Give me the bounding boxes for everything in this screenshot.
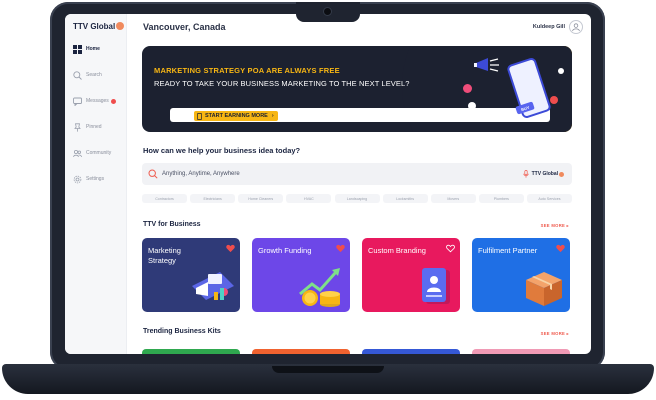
laptop-base xyxy=(2,364,654,394)
box-illustration xyxy=(526,272,562,306)
chip-auto-services[interactable]: Auto Services xyxy=(527,194,572,203)
search-input[interactable]: Anything, Anytime, Anywhere xyxy=(162,171,240,177)
laptop-mockup: TTV Global Home Search Messages Pinned C… xyxy=(0,0,656,400)
card-growth-funding[interactable]: Growth Funding xyxy=(252,238,350,312)
grid-icon xyxy=(73,44,82,54)
avatar[interactable] xyxy=(569,20,583,34)
heart-icon[interactable] xyxy=(556,244,565,253)
kits-section-title: Trending Business Kits xyxy=(143,328,221,335)
unread-badge xyxy=(110,98,116,104)
card-marketing-strategy[interactable]: Marketing Strategy xyxy=(142,238,240,312)
category-chips: Contractors Electricians Home Cleaners H… xyxy=(142,194,572,204)
logo[interactable]: TTV Global xyxy=(73,22,125,31)
user-menu[interactable]: Kuldeep Gill xyxy=(533,20,583,34)
chip-plumbers[interactable]: Plumbers xyxy=(478,194,524,203)
sidebar-item-label: Search xyxy=(86,72,102,78)
business-see-more-link[interactable]: SEE MORE ▸ xyxy=(541,223,569,228)
search-icon xyxy=(148,169,158,179)
chip-home-cleaners[interactable]: Home Cleaners xyxy=(238,194,284,203)
arrow-right-icon: ▸ xyxy=(566,331,569,336)
arrow-right-icon: ▸ xyxy=(566,223,569,228)
location-label[interactable]: Vancouver, Canada xyxy=(143,22,226,32)
app-screen: TTV Global Home Search Messages Pinned C… xyxy=(65,14,591,354)
card-title: Growth Funding xyxy=(258,246,312,255)
like-bubble-icon xyxy=(468,102,476,110)
cta-label: START EARNING MORE xyxy=(205,113,268,119)
sidebar-item-label: Home xyxy=(86,46,100,52)
card-custom-branding[interactable]: Custom Branding xyxy=(362,238,460,312)
community-icon xyxy=(73,149,82,158)
kit-card[interactable] xyxy=(362,349,460,354)
camera-notch xyxy=(296,2,360,22)
heart-bubble-icon xyxy=(463,84,472,93)
chip-hvac[interactable]: HVAC xyxy=(286,194,332,203)
heart-icon[interactable] xyxy=(336,244,345,253)
laptop-groove xyxy=(272,366,384,373)
sidebar-item-community[interactable]: Community xyxy=(73,146,111,160)
spark-icon xyxy=(558,68,564,74)
chip-movers[interactable]: Movers xyxy=(430,194,476,203)
sidebar-item-label: Pinned xyxy=(86,124,102,130)
card-title: Custom Branding xyxy=(368,246,426,255)
card-title: Marketing Strategy xyxy=(148,246,181,265)
search-brand: TTV Global xyxy=(523,170,564,178)
kits-see-more-link[interactable]: SEE MORE ▸ xyxy=(541,331,569,336)
user-icon xyxy=(572,23,580,32)
sidebar-item-label: Settings xyxy=(86,176,105,182)
microphone-icon[interactable] xyxy=(523,170,529,178)
sidebar-item-home[interactable]: Home xyxy=(73,42,100,56)
start-earning-button[interactable]: START EARNING MORE › xyxy=(194,111,278,121)
sidebar-item-label: Messages xyxy=(86,98,109,104)
chip-electricians[interactable]: Electricians xyxy=(190,194,236,203)
kit-card[interactable] xyxy=(142,349,240,354)
logo-mark-icon xyxy=(116,22,125,30)
heart-icon[interactable] xyxy=(226,244,235,253)
user-name: Kuldeep Gill xyxy=(532,24,565,30)
camera-icon xyxy=(324,8,331,15)
sidebar-item-messages[interactable]: Messages xyxy=(73,94,116,108)
search-section-title: How can we help your business idea today… xyxy=(143,146,301,155)
chevron-right-icon: › xyxy=(271,113,274,119)
kit-card[interactable] xyxy=(472,349,570,354)
banner-headline: MARKETING STRATEGY POA ARE ALWAYS FREE xyxy=(154,66,340,75)
see-more-label: SEE MORE xyxy=(540,331,566,336)
notification-bubble-icon xyxy=(550,96,558,104)
logo-text: TTV Global xyxy=(73,22,116,31)
branding-illustration xyxy=(422,268,450,304)
search-bar[interactable]: Anything, Anytime, Anywhere TTV Global xyxy=(142,163,572,185)
sidebar-item-label: Community xyxy=(86,150,112,156)
promo-banner[interactable]: MARKETING STRATEGY POA ARE ALWAYS FREE R… xyxy=(142,46,572,132)
message-icon xyxy=(73,97,82,106)
megaphone-icon xyxy=(474,58,499,72)
card-fulfilment-partner[interactable]: Fulfilment Partner xyxy=(472,238,570,312)
logo-mark-icon xyxy=(559,171,564,177)
marketing-illustration xyxy=(192,272,234,300)
chip-contractors[interactable]: Contractors xyxy=(142,194,187,203)
phone-icon xyxy=(197,112,202,120)
gear-icon xyxy=(73,175,82,184)
kit-card[interactable] xyxy=(252,349,350,354)
see-more-label: SEE MORE xyxy=(540,223,566,228)
chip-locksmiths[interactable]: Locksmiths xyxy=(382,194,428,203)
search-brand-text: TTV Global xyxy=(531,171,558,177)
sidebar-item-search[interactable]: Search xyxy=(73,68,102,82)
sidebar-item-pinned[interactable]: Pinned xyxy=(73,120,102,134)
card-title: Fulfilment Partner xyxy=(478,246,538,255)
sidebar: TTV Global Home Search Messages Pinned C… xyxy=(65,14,127,354)
banner-subline: READY TO TAKE YOUR BUSINESS MARKETING TO… xyxy=(154,79,410,88)
business-section-title: TTV for Business xyxy=(143,221,201,228)
search-icon xyxy=(73,70,82,80)
heart-outline-icon[interactable] xyxy=(446,244,455,253)
funding-illustration xyxy=(299,268,340,307)
chip-landscaping[interactable]: Landscaping xyxy=(334,194,380,203)
sidebar-item-settings[interactable]: Settings xyxy=(73,172,104,186)
pin-icon xyxy=(73,122,82,132)
